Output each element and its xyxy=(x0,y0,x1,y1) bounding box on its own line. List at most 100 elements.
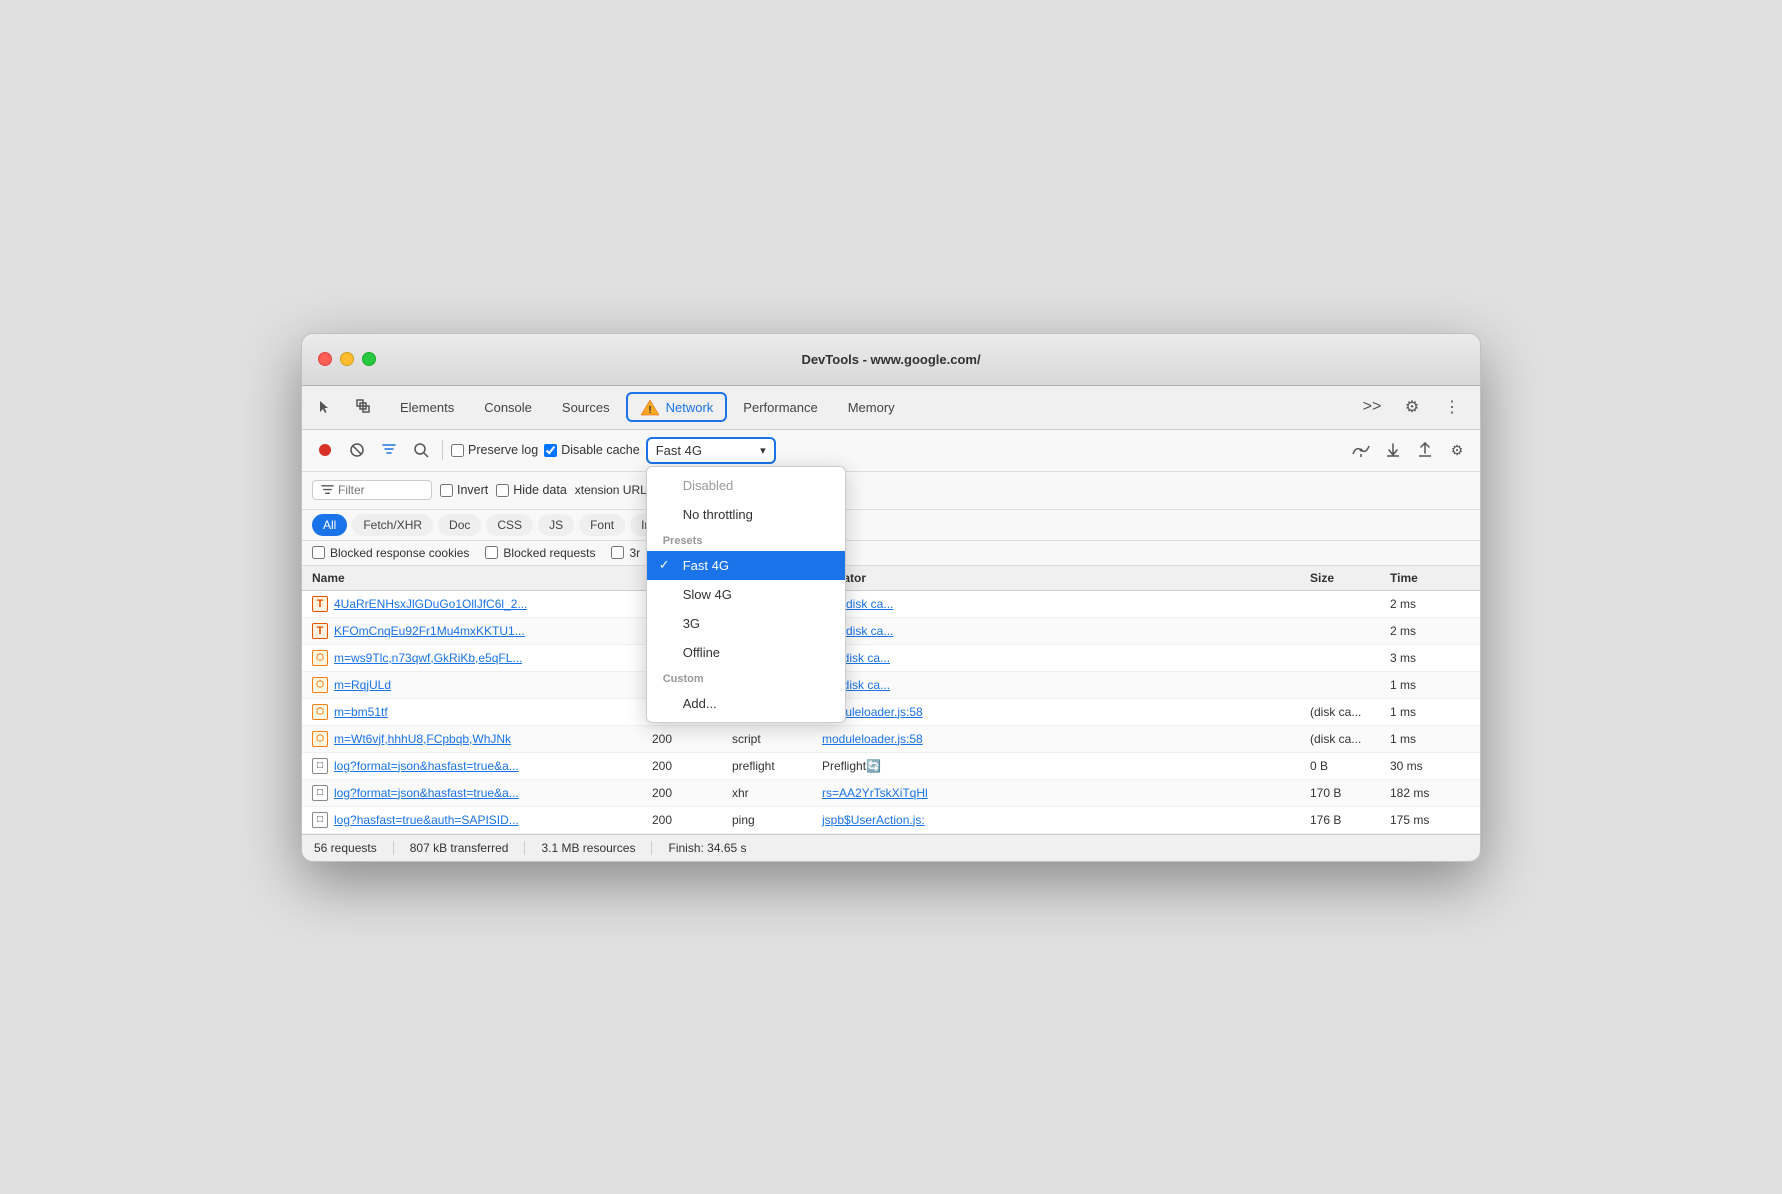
throttle-option-offline[interactable]: Offline xyxy=(647,638,845,667)
initiator-cell: n3: (disk ca... xyxy=(822,597,1310,611)
invert-checkbox[interactable] xyxy=(440,484,453,497)
file-name[interactable]: log?hasfast=true&auth=SAPISID... xyxy=(334,813,519,827)
name-cell: ⬡ m=ws9Tlc,n73qwf,GkRiKb,e5qFL... xyxy=(312,650,652,666)
type-filter-css[interactable]: CSS xyxy=(486,514,533,536)
devtools-window: DevTools - www.google.com/ Elements Cons… xyxy=(301,333,1481,862)
type-filter-font[interactable]: Font xyxy=(579,514,625,536)
invert-label[interactable]: Invert xyxy=(457,483,488,497)
blocked-cookies-checkbox[interactable] xyxy=(312,546,325,559)
status-cell: 200 xyxy=(652,759,732,773)
size-cell: (disk ca... xyxy=(1310,705,1390,719)
search-button[interactable] xyxy=(408,437,434,463)
header-name[interactable]: Name xyxy=(312,571,652,585)
devtools-more-icon[interactable]: ⋮ xyxy=(1436,391,1468,423)
status-bar: 56 requests 807 kB transferred 3.1 MB re… xyxy=(302,834,1480,861)
disable-cache-group: Disable cache xyxy=(544,443,640,457)
script-icon: ⬡ xyxy=(312,677,328,693)
devtools-settings-icon[interactable]: ⚙ xyxy=(1396,391,1428,423)
toolbar-right-actions: ⚙ xyxy=(1348,437,1470,463)
layers-tool-icon[interactable] xyxy=(348,391,380,423)
table-row: T KFOmCnqEu92Fr1Mu4mxKKTU1... 200 font n… xyxy=(302,618,1480,645)
tab-console[interactable]: Console xyxy=(470,394,546,421)
record-button[interactable] xyxy=(312,437,338,463)
toolbar-separator-1 xyxy=(442,440,443,460)
clear-button[interactable] xyxy=(344,437,370,463)
header-time[interactable]: Time xyxy=(1390,571,1470,585)
file-name[interactable]: m=bm51tf xyxy=(334,705,388,719)
third-party-checkbox[interactable] xyxy=(611,546,624,559)
tab-network-wrapper: ! Network xyxy=(626,392,728,422)
preserve-log-checkbox[interactable] xyxy=(451,444,464,457)
name-cell: □ log?format=json&hasfast=true&a... xyxy=(312,785,652,801)
status-cell: 200 xyxy=(652,732,732,746)
type-cell: script xyxy=(732,732,822,746)
import-har-icon[interactable] xyxy=(1380,437,1406,463)
throttle-option-no-throttling[interactable]: No throttling xyxy=(647,500,845,529)
time-cell: 3 ms xyxy=(1390,651,1470,665)
name-cell: ⬡ m=Wt6vjf,hhhU8,FCpbqb,WhJNk xyxy=(312,731,652,747)
throttle-option-3g[interactable]: 3G xyxy=(647,609,845,638)
throttle-option-slow4g[interactable]: Slow 4G xyxy=(647,580,845,609)
type-filter-doc[interactable]: Doc xyxy=(438,514,481,536)
type-cell: ping xyxy=(732,813,822,827)
header-size[interactable]: Size xyxy=(1310,571,1390,585)
warning-icon: ! xyxy=(640,398,660,416)
third-party-group: 3r xyxy=(611,546,640,560)
toolbar: Preserve log Disable cache Fast 4G ▾ Dis… xyxy=(302,430,1480,472)
preserve-log-label[interactable]: Preserve log xyxy=(468,443,538,457)
time-cell: 2 ms xyxy=(1390,624,1470,638)
file-name[interactable]: log?format=json&hasfast=true&a... xyxy=(334,786,519,800)
throttle-dropdown-button[interactable]: Fast 4G ▾ xyxy=(646,437,776,464)
export-har-icon[interactable] xyxy=(1412,437,1438,463)
network-conditions-icon[interactable] xyxy=(1348,437,1374,463)
minimize-button[interactable] xyxy=(340,352,354,366)
blocked-requests-checkbox[interactable] xyxy=(485,546,498,559)
filter-input[interactable] xyxy=(338,483,418,497)
initiator-cell: 58 (disk ca... xyxy=(822,678,1310,692)
file-name[interactable]: 4UaRrENHsxJlGDuGo1OllJfC6l_2... xyxy=(334,597,527,611)
preserve-log-group: Preserve log xyxy=(451,443,538,457)
name-cell: T KFOmCnqEu92Fr1Mu4mxKKTU1... xyxy=(312,623,652,639)
tab-sources[interactable]: Sources xyxy=(548,394,624,421)
throttle-option-disabled: Disabled xyxy=(647,471,845,500)
filter-input-group xyxy=(312,480,432,500)
disable-cache-checkbox[interactable] xyxy=(544,444,557,457)
status-cell: 200 xyxy=(652,813,732,827)
name-cell: ⬡ m=bm51tf xyxy=(312,704,652,720)
name-cell: □ log?hasfast=true&auth=SAPISID... xyxy=(312,812,652,828)
hide-data-label: Hide data xyxy=(513,483,567,497)
file-name[interactable]: m=ws9Tlc,n73qwf,GkRiKb,e5qFL... xyxy=(334,651,522,665)
maximize-button[interactable] xyxy=(362,352,376,366)
table-row: □ log?format=json&hasfast=true&a... 200 … xyxy=(302,753,1480,780)
filter-toggle-button[interactable] xyxy=(376,437,402,463)
network-settings-icon[interactable]: ⚙ xyxy=(1444,437,1470,463)
table-row: T 4UaRrENHsxJlGDuGo1OllJfC6l_2... 200 fo… xyxy=(302,591,1480,618)
type-filter-fetch-xhr[interactable]: Fetch/XHR xyxy=(352,514,433,536)
throttle-option-fast4g[interactable]: ✓ Fast 4G xyxy=(647,551,845,580)
type-filter-all[interactable]: All xyxy=(312,514,347,536)
header-initiator[interactable]: Initiator xyxy=(822,571,1310,585)
hide-data-checkbox[interactable] xyxy=(496,484,509,497)
extension-urls-label: xtension URLs xyxy=(575,483,653,497)
tab-elements[interactable]: Elements xyxy=(386,394,468,421)
type-cell: preflight xyxy=(732,759,822,773)
throttle-option-add[interactable]: Add... xyxy=(647,689,845,718)
type-filter-js[interactable]: JS xyxy=(538,514,574,536)
cursor-tool-icon[interactable] xyxy=(310,391,342,423)
size-cell: 170 B xyxy=(1310,786,1390,800)
close-button[interactable] xyxy=(318,352,332,366)
size-cell: (disk ca... xyxy=(1310,732,1390,746)
file-name[interactable]: m=Wt6vjf,hhhU8,FCpbqb,WhJNk xyxy=(334,732,511,746)
throttle-custom-label: Custom xyxy=(647,667,845,689)
file-name[interactable]: m=RqjULd xyxy=(334,678,391,692)
file-name[interactable]: KFOmCnqEu92Fr1Mu4mxKKTU1... xyxy=(334,624,525,638)
status-cell: 200 xyxy=(652,786,732,800)
more-tabs-button[interactable]: >> xyxy=(1356,391,1388,423)
tab-performance[interactable]: Performance xyxy=(729,394,831,421)
disable-cache-label[interactable]: Disable cache xyxy=(561,443,640,457)
name-cell: ⬡ m=RqjULd xyxy=(312,677,652,693)
type-filters-bar: All Fetch/XHR Doc CSS JS Font Img Media … xyxy=(302,510,1480,541)
tab-network[interactable]: ! Network xyxy=(626,392,728,422)
file-name[interactable]: log?format=json&hasfast=true&a... xyxy=(334,759,519,773)
tab-memory[interactable]: Memory xyxy=(834,394,909,421)
